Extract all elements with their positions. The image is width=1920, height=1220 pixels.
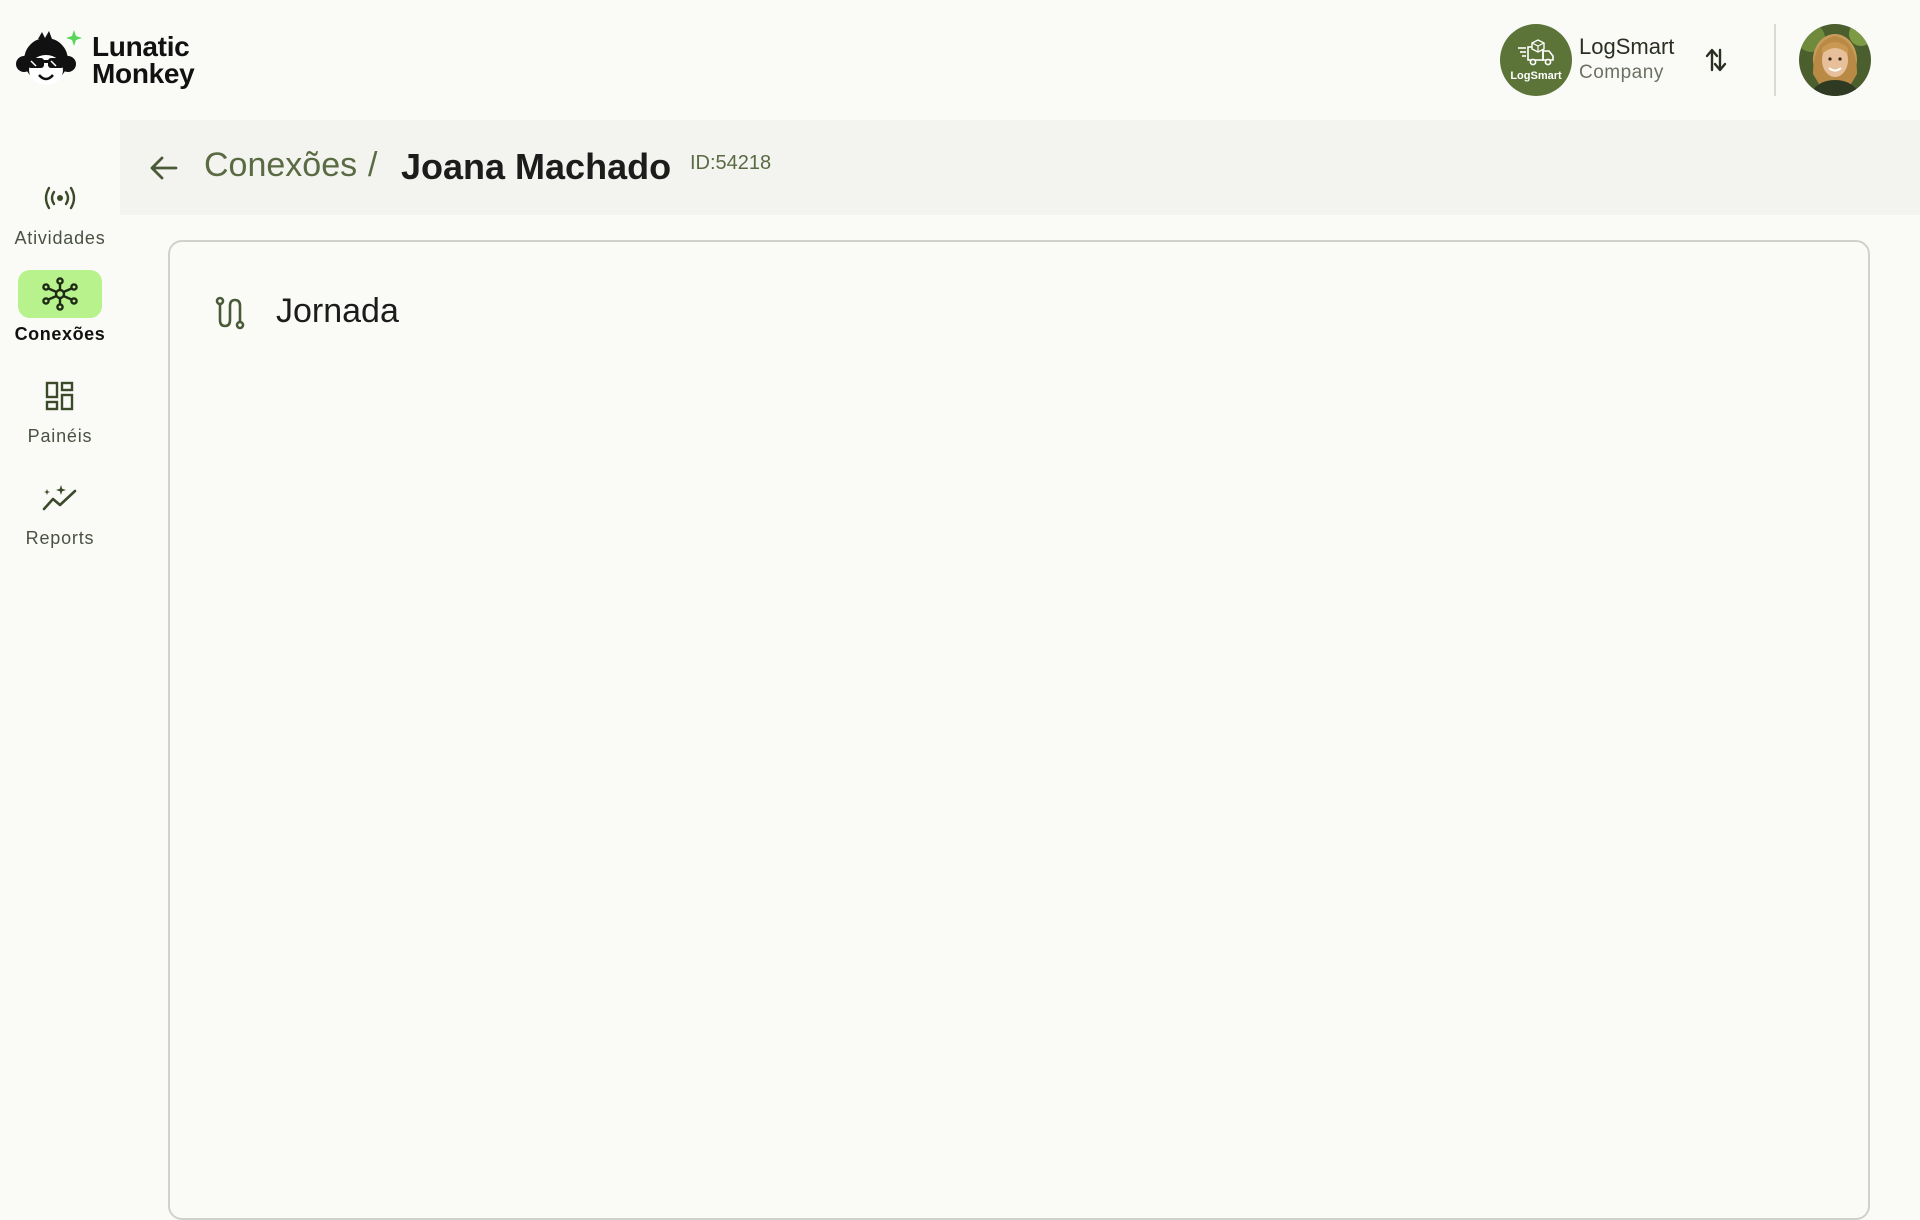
journey-card: Jornada <box>168 240 1870 1220</box>
sidebar-item-reports[interactable]: Reports <box>0 474 120 549</box>
sidebar-item-label: Conexões <box>14 324 106 344</box>
record-id: ID:54218 <box>690 152 772 174</box>
sidebar-item-label: Atividades <box>14 228 106 248</box>
app-logo[interactable]: Lunatic Monkey <box>14 28 195 92</box>
sidebar-item-atividades[interactable]: Atividades <box>0 174 120 249</box>
card-title: Jornada <box>276 292 399 330</box>
breadcrumb-separator: / <box>368 146 378 184</box>
top-bar: Lunatic Monkey LogSmart LogSmart Company <box>0 0 1920 120</box>
user-avatar[interactable] <box>1799 24 1871 96</box>
activity-broadcast-icon <box>44 186 76 210</box>
sidebar-item-paineis[interactable]: Painéis <box>0 372 120 447</box>
switch-company-button[interactable] <box>1700 44 1732 76</box>
breadcrumb-parent-link[interactable]: Conexões <box>204 146 357 185</box>
company-switcher[interactable]: LogSmart LogSmart Company <box>1500 24 1674 96</box>
sidebar-icon-wrap-active <box>18 270 102 318</box>
reports-chart-icon <box>42 485 77 511</box>
company-type: Company <box>1579 62 1664 83</box>
sidebar-icon-wrap <box>18 474 102 522</box>
delivery-truck-icon <box>1518 39 1554 66</box>
sidebar-item-label: Reports <box>25 528 95 548</box>
topbar-divider <box>1774 24 1776 96</box>
sidebar-item-label: Painéis <box>27 426 93 446</box>
route-icon <box>215 296 245 330</box>
dashboard-icon <box>45 381 74 411</box>
arrow-left-icon <box>150 156 178 180</box>
monkey-logo-icon <box>16 30 82 85</box>
company-name: LogSmart <box>1579 34 1675 59</box>
sidebar-icon-wrap <box>18 372 102 420</box>
app-name-line1: Lunatic <box>92 31 190 62</box>
swap-vertical-icon <box>1705 48 1727 72</box>
sidebar-icon-wrap <box>18 174 102 222</box>
page-title: Joana Machado <box>401 146 672 187</box>
page-header: Conexões / Joana Machado ID:54218 <box>120 120 1920 215</box>
user-photo-icon <box>1799 24 1871 96</box>
sidebar-item-conexoes[interactable]: Conexões <box>0 270 120 345</box>
connections-network-icon <box>42 277 78 311</box>
app-name-line2: Monkey <box>92 58 195 89</box>
company-logo: LogSmart <box>1500 24 1572 96</box>
app-name: Lunatic Monkey <box>92 31 195 89</box>
company-info: LogSmart Company <box>1579 34 1674 86</box>
back-button[interactable] <box>146 150 182 186</box>
company-logo-text: LogSmart <box>1510 70 1562 82</box>
